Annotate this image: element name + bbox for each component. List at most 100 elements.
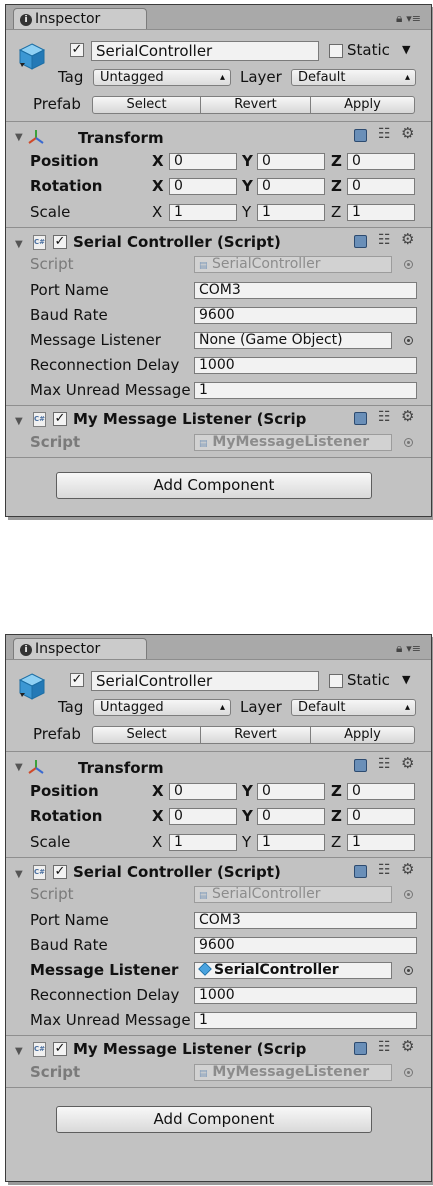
tag-dropdown[interactable]: Untagged ▴︎ bbox=[93, 69, 231, 86]
add-component-button[interactable]: Add Component bbox=[56, 472, 372, 499]
listener-enabled-checkbox[interactable]: ✓ bbox=[53, 1042, 67, 1056]
prefab-select-button[interactable]: Select bbox=[92, 96, 201, 114]
presets-icon[interactable]: ☷ bbox=[378, 862, 391, 878]
x-axis-label[interactable]: X bbox=[152, 177, 164, 195]
foldout-arrow-icon[interactable]: ▼ bbox=[15, 239, 23, 250]
tag-dropdown[interactable]: Untagged ▴︎ bbox=[93, 699, 231, 716]
presets-icon[interactable]: ☷ bbox=[378, 232, 391, 248]
z-axis-label[interactable]: Z bbox=[331, 152, 342, 170]
foldout-arrow-icon[interactable]: ▼ bbox=[15, 1046, 23, 1057]
baud-rate-input[interactable]: 9600 bbox=[194, 937, 417, 954]
gear-icon[interactable]: ⚙︎ bbox=[401, 1037, 414, 1055]
listener-enabled-checkbox[interactable]: ✓ bbox=[53, 412, 67, 426]
x-axis-label[interactable]: X bbox=[152, 833, 162, 851]
lock-icon[interactable]: 🔒︎ bbox=[396, 11, 402, 25]
baud-rate-input[interactable]: 9600 bbox=[194, 307, 417, 324]
z-value-input[interactable]: 0 bbox=[347, 153, 415, 170]
x-value-input[interactable]: 0 bbox=[169, 178, 237, 195]
serial-enabled-checkbox[interactable]: ✓ bbox=[53, 235, 67, 249]
y-value-input[interactable]: 0 bbox=[257, 808, 325, 825]
listener-component-title[interactable]: My Message Listener (Scrip bbox=[73, 1040, 318, 1058]
reconnection-delay-input[interactable]: 1000 bbox=[194, 987, 417, 1004]
x-axis-label[interactable]: X bbox=[152, 203, 162, 221]
y-value-input[interactable]: 1 bbox=[257, 834, 325, 851]
help-book-icon[interactable] bbox=[354, 235, 367, 248]
z-value-input[interactable]: 0 bbox=[347, 178, 415, 195]
foldout-arrow-icon[interactable]: ▼ bbox=[15, 762, 23, 773]
y-axis-label[interactable]: Y bbox=[242, 177, 253, 195]
gear-icon[interactable]: ⚙︎ bbox=[401, 124, 414, 142]
gear-icon[interactable]: ⚙︎ bbox=[401, 860, 414, 878]
y-value-input[interactable]: 0 bbox=[257, 783, 325, 800]
z-value-input[interactable]: 0 bbox=[347, 783, 415, 800]
reconnection-delay-input[interactable]: 1000 bbox=[194, 357, 417, 374]
message-listener-field[interactable]: SerialController bbox=[194, 962, 392, 979]
object-name-input[interactable]: SerialController bbox=[91, 671, 319, 691]
static-checkbox[interactable] bbox=[329, 44, 343, 58]
y-axis-label[interactable]: Y bbox=[242, 833, 251, 851]
presets-icon[interactable]: ☷ bbox=[378, 126, 391, 142]
y-axis-label[interactable]: Y bbox=[242, 152, 253, 170]
y-axis-label[interactable]: Y bbox=[242, 203, 251, 221]
prefab-revert-button[interactable]: Revert bbox=[200, 726, 311, 744]
message-listener-field[interactable]: None (Game Object) bbox=[194, 332, 392, 349]
port-name-input[interactable]: COM3 bbox=[194, 912, 417, 929]
active-checkbox[interactable]: ✓ bbox=[70, 43, 84, 57]
serial-component-title[interactable]: Serial Controller (Script) bbox=[73, 863, 281, 881]
x-value-input[interactable]: 1 bbox=[169, 204, 237, 221]
prefab-apply-button[interactable]: Apply bbox=[310, 726, 415, 744]
z-value-input[interactable]: 1 bbox=[347, 204, 415, 221]
z-axis-label[interactable]: Z bbox=[331, 833, 341, 851]
z-value-input[interactable]: 1 bbox=[347, 834, 415, 851]
gear-icon[interactable]: ⚙︎ bbox=[401, 407, 414, 425]
help-book-icon[interactable] bbox=[354, 865, 367, 878]
object-picker-icon[interactable] bbox=[404, 336, 413, 345]
help-book-icon[interactable] bbox=[354, 129, 367, 142]
static-dropdown-arrow[interactable]: ▼ bbox=[402, 43, 410, 56]
menu-icon[interactable]: ▾≡ bbox=[406, 12, 421, 25]
foldout-arrow-icon[interactable]: ▼ bbox=[15, 869, 23, 880]
y-value-input[interactable]: 0 bbox=[257, 153, 325, 170]
x-value-input[interactable]: 0 bbox=[169, 808, 237, 825]
help-book-icon[interactable] bbox=[354, 412, 367, 425]
help-book-icon[interactable] bbox=[354, 1042, 367, 1055]
object-picker-icon[interactable] bbox=[404, 966, 413, 975]
object-name-input[interactable]: SerialController bbox=[91, 41, 319, 61]
x-value-input[interactable]: 1 bbox=[169, 834, 237, 851]
layer-dropdown[interactable]: Default ▴︎ bbox=[291, 69, 416, 86]
z-axis-label[interactable]: Z bbox=[331, 807, 342, 825]
y-axis-label[interactable]: Y bbox=[242, 782, 253, 800]
transform-title[interactable]: Transform bbox=[78, 129, 164, 147]
prefab-select-button[interactable]: Select bbox=[92, 726, 201, 744]
presets-icon[interactable]: ☷ bbox=[378, 756, 391, 772]
add-component-button[interactable]: Add Component bbox=[56, 1106, 372, 1133]
foldout-arrow-icon[interactable]: ▼ bbox=[15, 416, 23, 427]
z-axis-label[interactable]: Z bbox=[331, 177, 342, 195]
static-checkbox[interactable] bbox=[329, 674, 343, 688]
x-value-input[interactable]: 0 bbox=[169, 153, 237, 170]
z-axis-label[interactable]: Z bbox=[331, 203, 341, 221]
presets-icon[interactable]: ☷ bbox=[378, 1039, 391, 1055]
inspector-tab[interactable]: i Inspector bbox=[13, 638, 147, 659]
max-unread-input[interactable]: 1 bbox=[194, 1012, 417, 1029]
prefab-apply-button[interactable]: Apply bbox=[310, 96, 415, 114]
serial-enabled-checkbox[interactable]: ✓ bbox=[53, 865, 67, 879]
active-checkbox[interactable]: ✓ bbox=[70, 673, 84, 687]
gear-icon[interactable]: ⚙︎ bbox=[401, 230, 414, 248]
lock-icon[interactable]: 🔒︎ bbox=[396, 641, 402, 655]
port-name-input[interactable]: COM3 bbox=[194, 282, 417, 299]
y-value-input[interactable]: 0 bbox=[257, 178, 325, 195]
static-dropdown-arrow[interactable]: ▼ bbox=[402, 673, 410, 686]
gear-icon[interactable]: ⚙︎ bbox=[401, 754, 414, 772]
max-unread-input[interactable]: 1 bbox=[194, 382, 417, 399]
y-axis-label[interactable]: Y bbox=[242, 807, 253, 825]
inspector-tab[interactable]: i Inspector bbox=[13, 8, 147, 29]
layer-dropdown[interactable]: Default ▴︎ bbox=[291, 699, 416, 716]
menu-icon[interactable]: ▾≡ bbox=[406, 642, 421, 655]
z-axis-label[interactable]: Z bbox=[331, 782, 342, 800]
x-axis-label[interactable]: X bbox=[152, 782, 164, 800]
x-axis-label[interactable]: X bbox=[152, 807, 164, 825]
transform-title[interactable]: Transform bbox=[78, 759, 164, 777]
serial-component-title[interactable]: Serial Controller (Script) bbox=[73, 233, 281, 251]
prefab-revert-button[interactable]: Revert bbox=[200, 96, 311, 114]
